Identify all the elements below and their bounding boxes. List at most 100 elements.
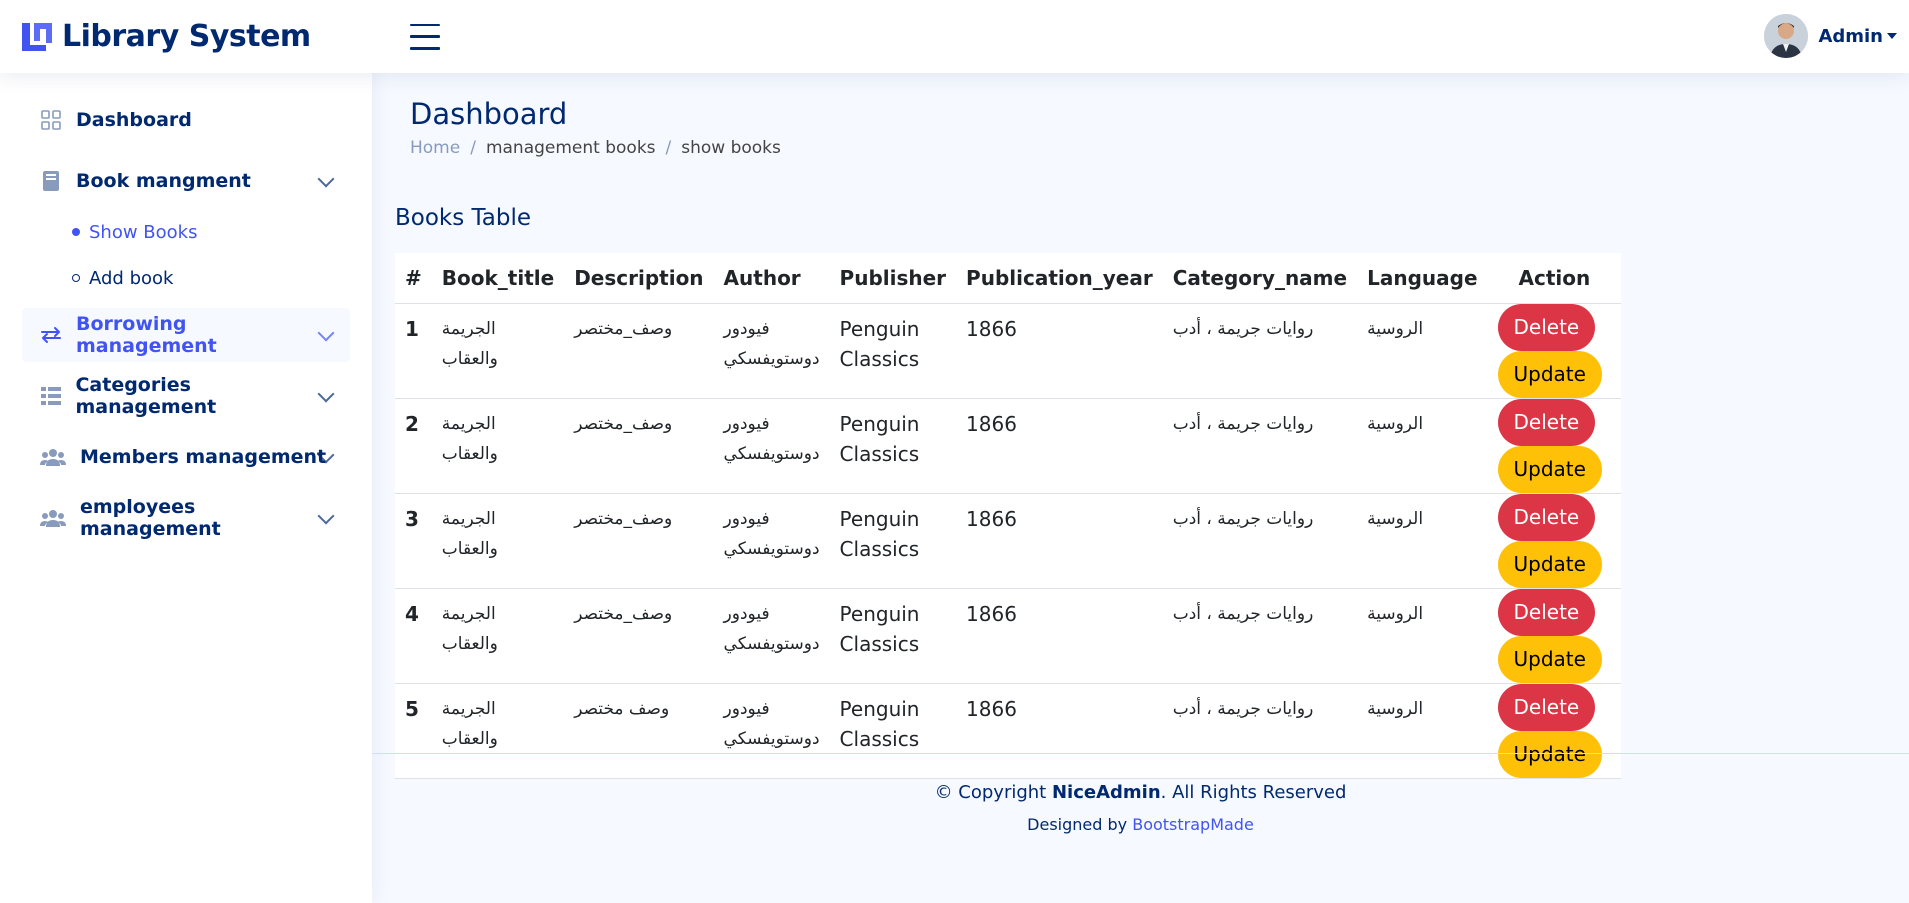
- sidebar-subitem-add-book[interactable]: Add book: [22, 256, 350, 300]
- bullet-filled-icon: [72, 228, 80, 236]
- sidebar-toggle-icon[interactable]: [410, 23, 440, 50]
- profile-dropdown[interactable]: Admin: [1764, 14, 1897, 58]
- cell-description: وصف_مختصر: [564, 588, 714, 684]
- delete-button[interactable]: Delete: [1497, 398, 1596, 446]
- table-list-icon: [40, 385, 61, 407]
- people-icon: [40, 507, 66, 529]
- cell-title: الجريمة والعقاب: [431, 588, 565, 684]
- table-row: 2 الجريمة والعقاب وصف_مختصر فيودور دوستو…: [395, 398, 1622, 494]
- column-header: Description: [564, 253, 714, 304]
- sidebar-item-members-management[interactable]: Members management: [22, 430, 350, 484]
- sidebar-item-employees-management[interactable]: employees management: [22, 491, 350, 545]
- column-header: Category_name: [1162, 253, 1358, 304]
- footer-copyright: © Copyright NiceAdmin. All Rights Reserv…: [934, 782, 1347, 803]
- table-row: 1 الجريمة والعقاب وصف_مختصر فيودور دوستو…: [395, 303, 1622, 399]
- sidebar-item-label: Members management: [80, 446, 327, 468]
- cell-num: 4: [395, 588, 432, 684]
- footer: © Copyright NiceAdmin. All Rights Reserv…: [372, 753, 1909, 903]
- cell-title: الجريمة والعقاب: [431, 398, 565, 494]
- cell-num: 2: [395, 398, 432, 494]
- arrows-exchange-icon: [40, 324, 62, 346]
- cell-category: روايات جريمة ، أدب: [1162, 493, 1358, 589]
- column-header: Publisher: [829, 253, 957, 304]
- column-header: Publication_year: [956, 253, 1163, 304]
- cell-description: وصف_مختصر: [564, 303, 714, 399]
- cell-title: الجريمة والعقاب: [431, 303, 565, 399]
- cell-author: فيودور دوستويفسكي: [713, 398, 830, 494]
- cell-publisher: Penguin Classics: [829, 493, 957, 589]
- sidebar-item-label: employees management: [80, 496, 221, 540]
- column-header: Author: [713, 253, 830, 304]
- cell-num: 3: [395, 493, 432, 589]
- chevron-down-icon: [317, 170, 335, 188]
- cell-title: الجريمة والعقاب: [431, 493, 565, 589]
- cell-actions: DeleteUpdate: [1487, 303, 1622, 399]
- sidebar-subitem-show-books[interactable]: Show Books: [22, 210, 350, 254]
- cell-author: فيودور دوستويفسكي: [713, 588, 830, 684]
- table-row: 3 الجريمة والعقاب وصف_مختصر فيودور دوستو…: [395, 493, 1622, 589]
- cell-year: 1866: [956, 493, 1163, 589]
- main-content: Dashboard Home / management books / show…: [372, 73, 1909, 903]
- sidebar-item-label: Borrowing management: [76, 313, 217, 357]
- breadcrumb-item: management books: [485, 138, 656, 158]
- book-icon: [40, 170, 62, 192]
- cell-description: وصف_مختصر: [564, 398, 714, 494]
- cell-author: فيودور دوستويفسكي: [713, 303, 830, 399]
- cell-language: الروسية: [1357, 588, 1488, 684]
- sidebar-subitem-label: Show Books: [89, 221, 198, 243]
- cell-description: وصف_مختصر: [564, 493, 714, 589]
- delete-button[interactable]: Delete: [1497, 588, 1596, 636]
- footer-brand: NiceAdmin: [1051, 782, 1161, 803]
- update-button[interactable]: Update: [1497, 540, 1602, 588]
- column-header: Book_title: [431, 253, 565, 304]
- grid-icon: [40, 109, 62, 131]
- cell-publisher: Penguin Classics: [829, 588, 957, 684]
- logo-icon: [22, 22, 52, 51]
- update-button[interactable]: Update: [1497, 350, 1602, 398]
- top-header: Library System Admin: [0, 0, 1909, 73]
- sidebar-item-label: Book mangment: [76, 170, 251, 192]
- breadcrumb-item: show books: [681, 138, 781, 158]
- cell-actions: DeleteUpdate: [1487, 588, 1622, 684]
- cell-language: الروسية: [1357, 303, 1488, 399]
- cell-year: 1866: [956, 303, 1163, 399]
- table-row: 4 الجريمة والعقاب وصف_مختصر فيودور دوستو…: [395, 588, 1622, 684]
- update-button[interactable]: Update: [1497, 445, 1602, 493]
- cell-language: الروسية: [1357, 398, 1488, 494]
- cell-category: روايات جريمة ، أدب: [1162, 398, 1358, 494]
- table-header-row: # Book_title Description Author Publishe…: [395, 253, 1622, 304]
- breadcrumb: Home / management books / show books: [410, 138, 781, 158]
- cell-year: 1866: [956, 398, 1163, 494]
- cell-actions: DeleteUpdate: [1487, 398, 1622, 494]
- update-button[interactable]: Update: [1497, 635, 1602, 683]
- books-table: # Book_title Description Author Publishe…: [395, 253, 1622, 779]
- page-title: Dashboard: [410, 97, 568, 131]
- app-title: Library System: [62, 19, 311, 54]
- designer-link[interactable]: BootstrapMade: [1132, 815, 1254, 834]
- cell-author: فيودور دوستويفسكي: [713, 493, 830, 589]
- column-header: Language: [1357, 253, 1488, 304]
- app-logo[interactable]: Library System: [20, 19, 380, 54]
- profile-name: Admin: [1818, 25, 1883, 47]
- footer-credits: Designed by BootstrapMade: [1027, 815, 1254, 834]
- cell-num: 1: [395, 303, 432, 399]
- people-icon: [40, 446, 66, 468]
- sidebar-subitem-label: Add book: [89, 267, 174, 289]
- avatar: [1764, 14, 1809, 58]
- delete-button[interactable]: Delete: [1497, 683, 1596, 731]
- cell-publisher: Penguin Classics: [829, 398, 957, 494]
- cell-publisher: Penguin Classics: [829, 303, 957, 399]
- chevron-down-icon: [1887, 33, 1897, 39]
- bullet-outline-icon: [72, 274, 80, 282]
- sidebar-item-borrowing-management[interactable]: Borrowing management: [22, 308, 350, 362]
- sidebar-item-book-management[interactable]: Book mangment: [22, 154, 350, 208]
- sidebar-item-categories-management[interactable]: Categories management: [22, 369, 350, 423]
- breadcrumb-home-link[interactable]: Home: [410, 138, 460, 158]
- sidebar-item-label: Categories management: [75, 374, 217, 418]
- sidebar-item-dashboard[interactable]: Dashboard: [22, 93, 350, 147]
- delete-button[interactable]: Delete: [1497, 303, 1596, 351]
- column-header: #: [395, 253, 432, 304]
- column-header: Action: [1487, 253, 1622, 304]
- sidebar: Dashboard Book mangment Show Books Add b…: [0, 73, 372, 903]
- delete-button[interactable]: Delete: [1497, 493, 1596, 541]
